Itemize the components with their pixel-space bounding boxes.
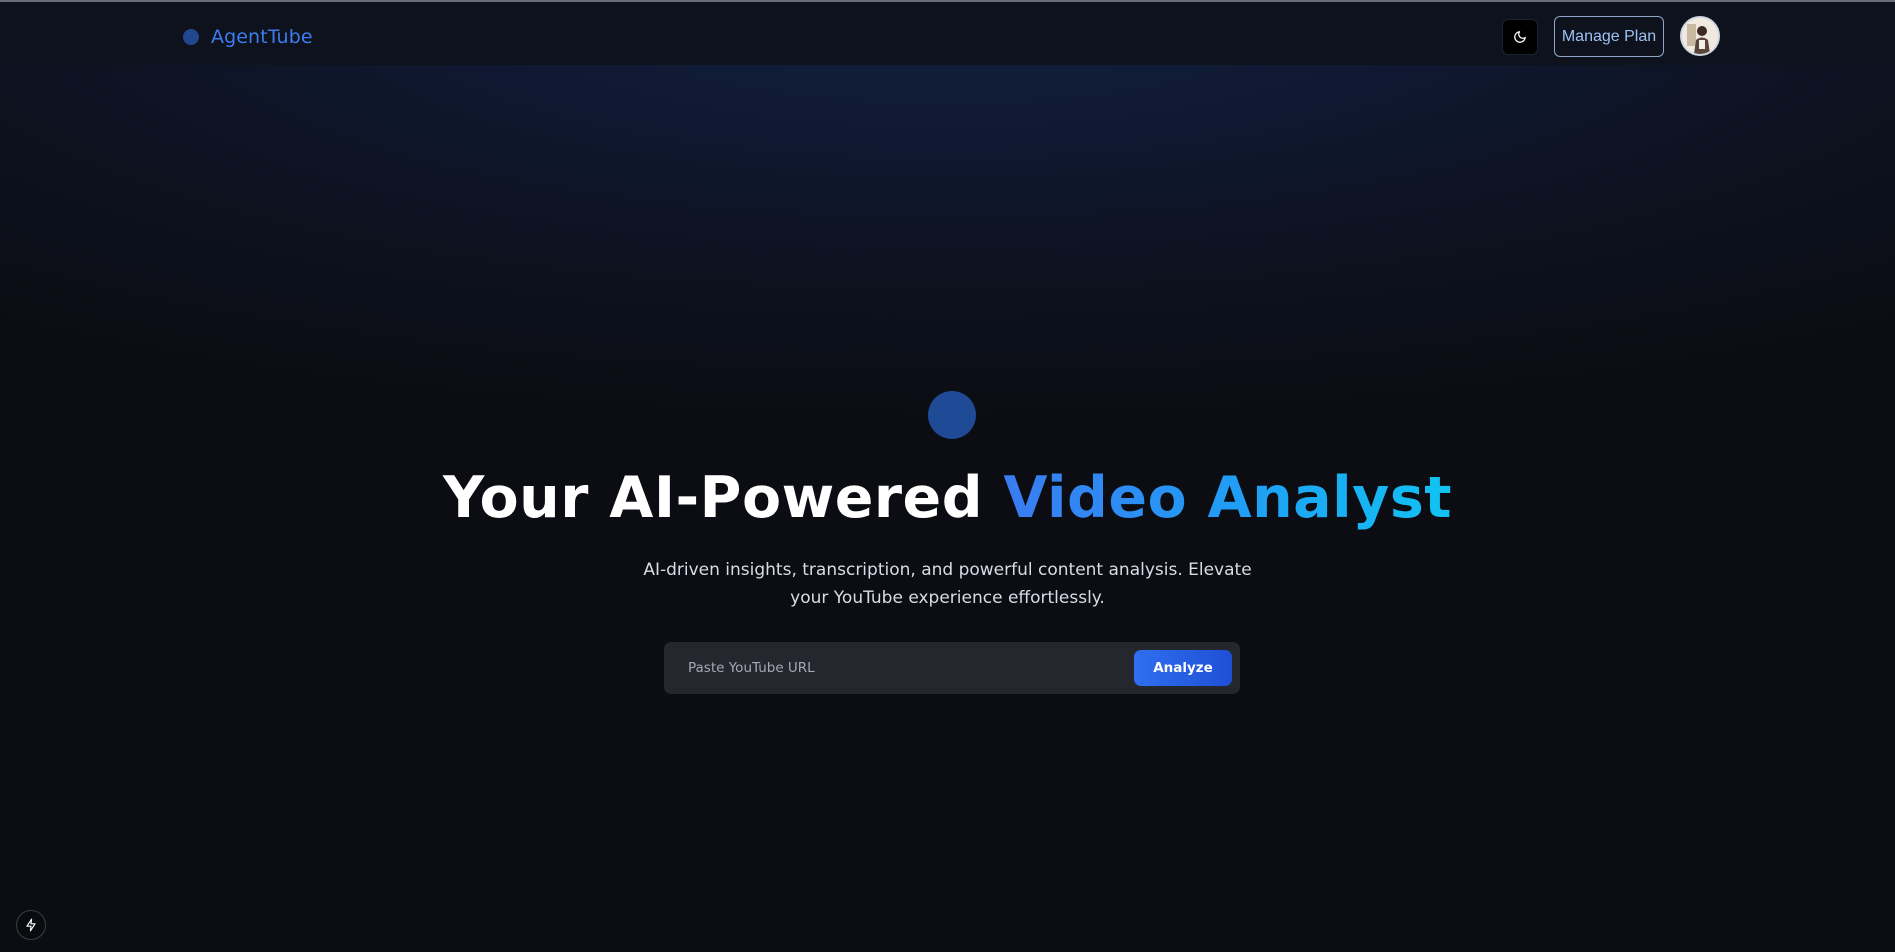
dev-tools-button[interactable] — [16, 910, 46, 940]
analyze-button[interactable]: Analyze — [1134, 650, 1232, 686]
hero-headline: Your AI-Powered Video Analyst — [0, 465, 1895, 531]
lightning-bolt-icon — [26, 918, 36, 932]
user-avatar-icon — [1682, 18, 1718, 54]
hero-subtitle: AI-driven insights, transcription, and p… — [643, 560, 1252, 608]
brand-logo-dot — [183, 29, 199, 45]
user-avatar[interactable] — [1680, 16, 1720, 56]
brand-name: AgentTube — [211, 26, 313, 48]
url-search-form: Analyze — [664, 642, 1240, 694]
moon-icon — [1514, 31, 1526, 43]
youtube-url-input[interactable] — [688, 642, 1108, 694]
brand-link[interactable]: AgentTube — [183, 26, 313, 48]
manage-plan-button[interactable]: Manage Plan — [1554, 16, 1664, 57]
hero-logo-circle — [928, 391, 976, 439]
headline-gradient-part: Video Analyst — [1003, 465, 1453, 531]
page: AgentTube Manage Plan Your AI-Powered Vi… — [0, 0, 1895, 952]
headline-white-part: Your AI-Powered — [442, 465, 984, 531]
theme-toggle-button[interactable] — [1502, 19, 1538, 55]
navbar: AgentTube Manage Plan — [0, 2, 1895, 65]
